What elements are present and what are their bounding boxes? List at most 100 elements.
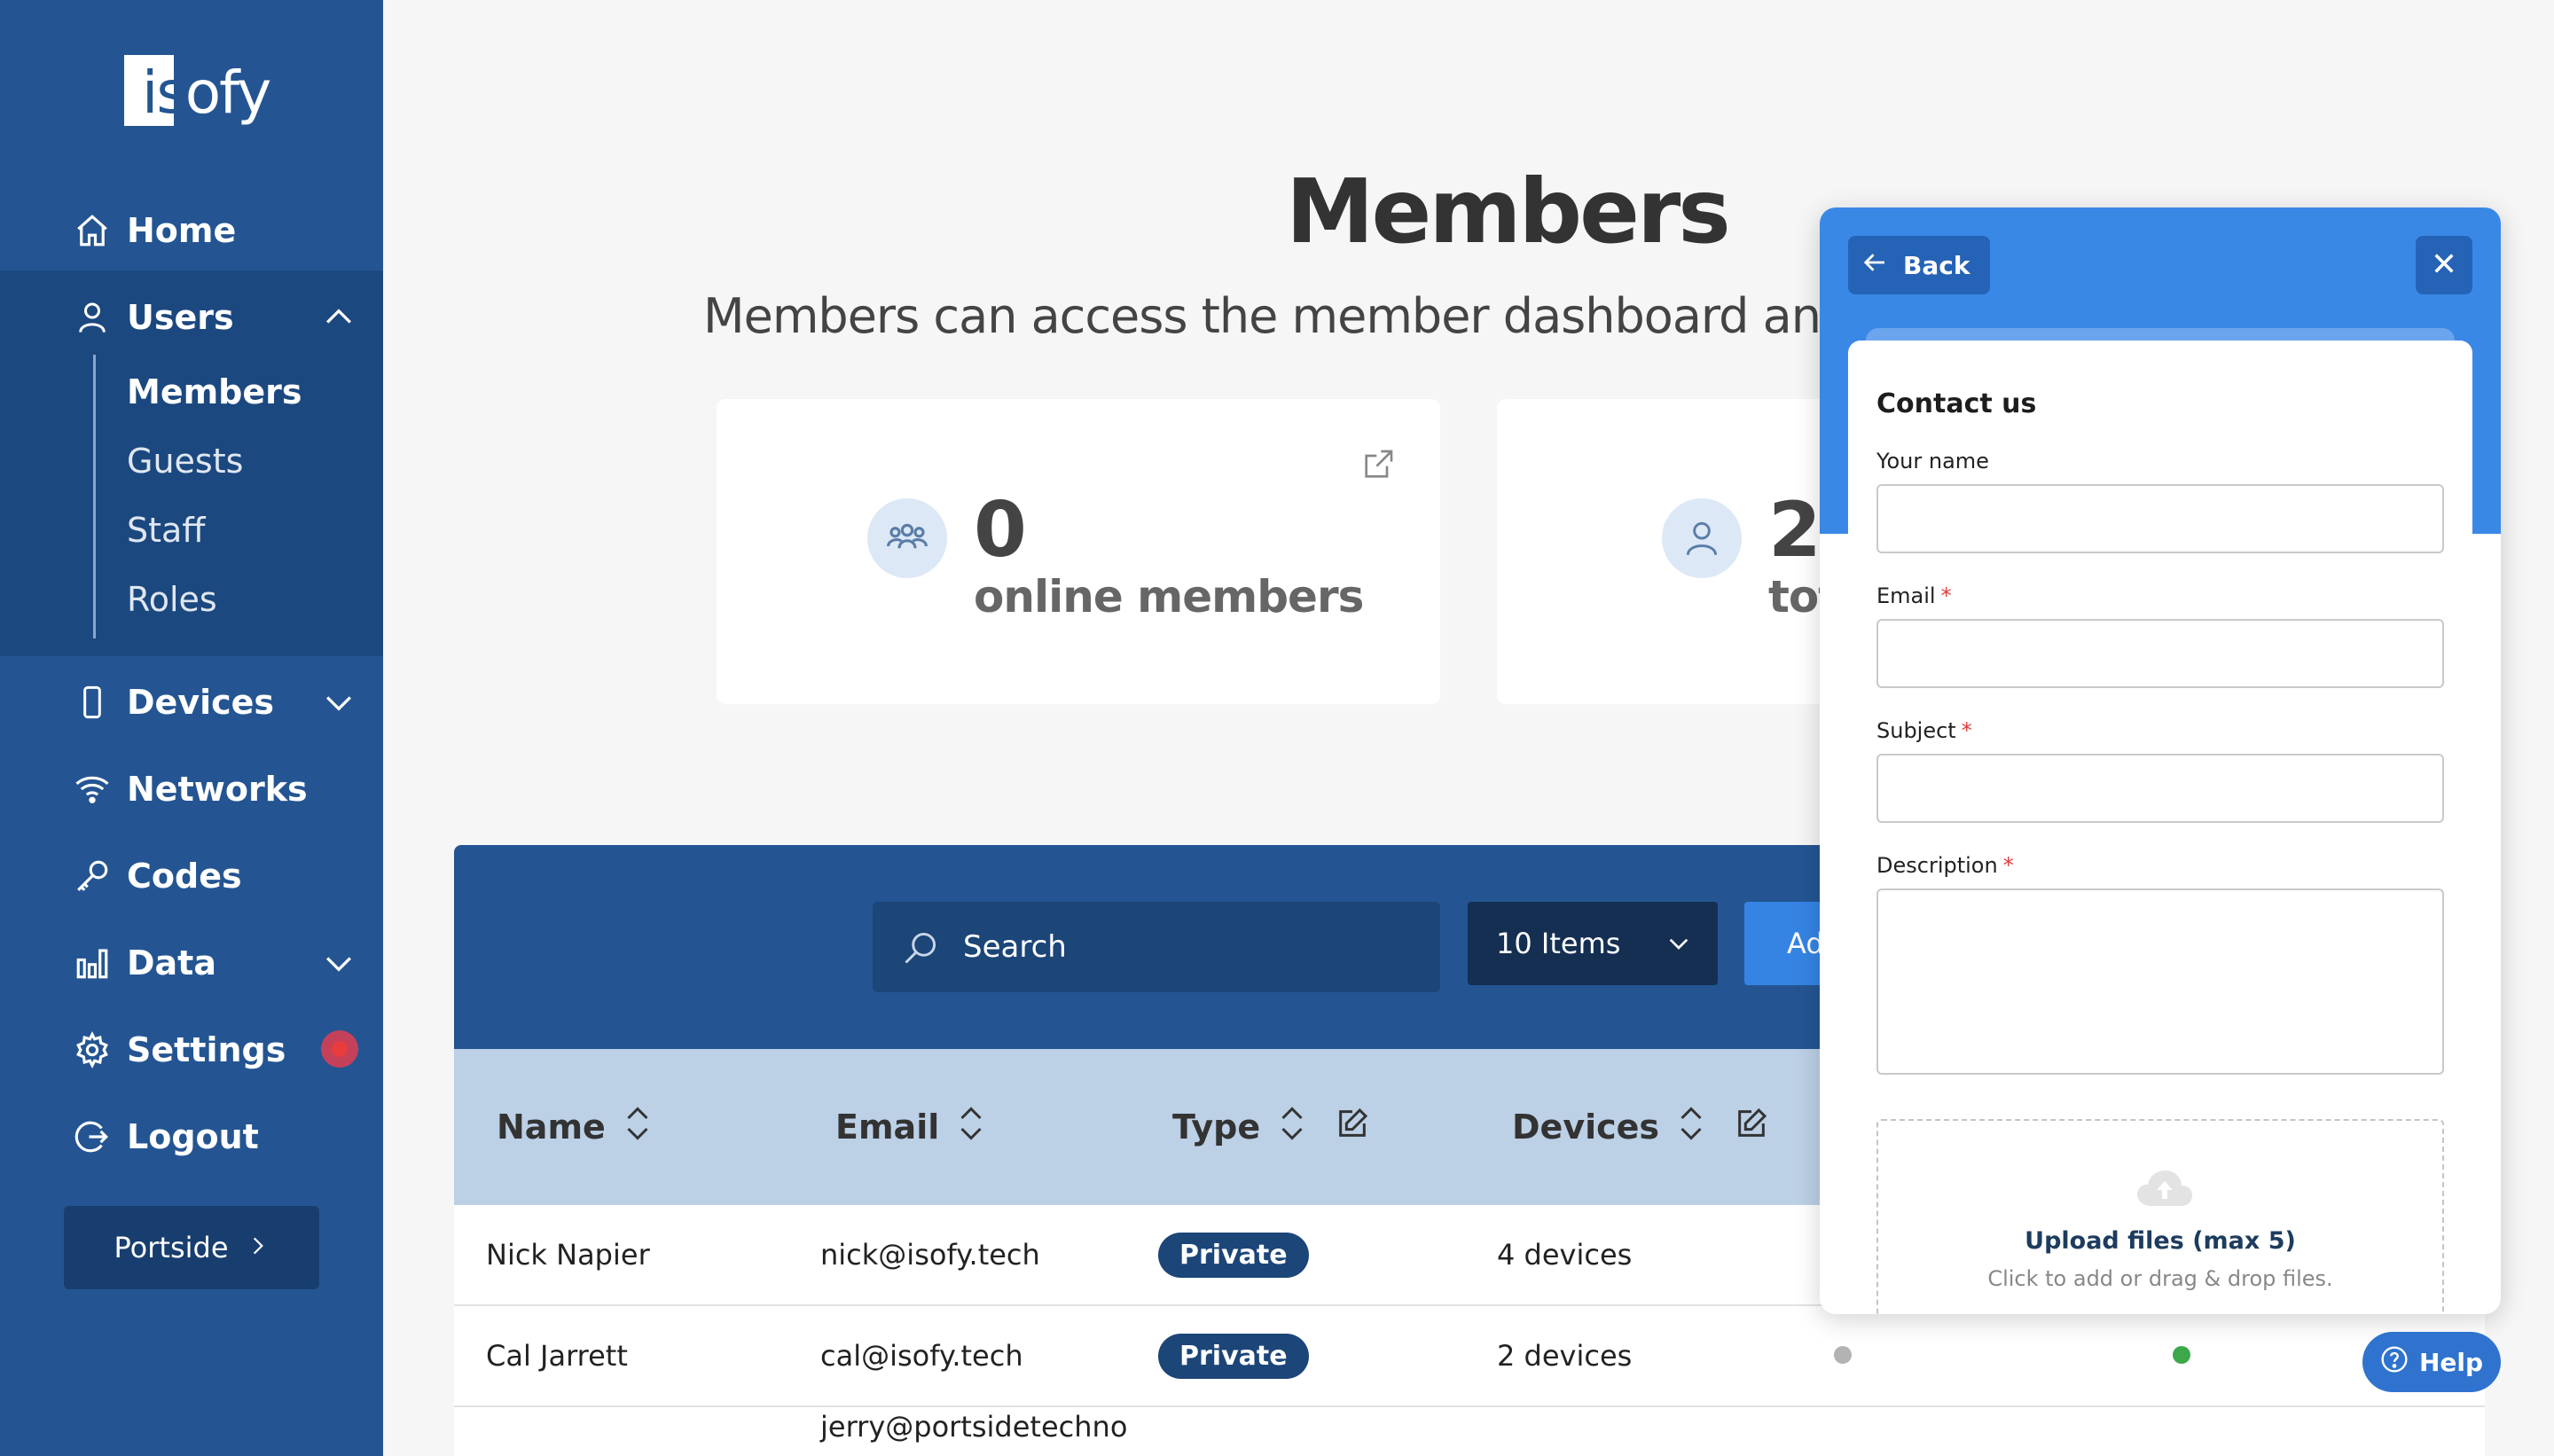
edit-icon[interactable]	[1335, 1106, 1370, 1149]
column-header-devices[interactable]: Devices	[1512, 1049, 1769, 1205]
user-icon	[73, 298, 112, 337]
cell-type: Private	[1158, 1205, 1309, 1304]
sort-icon[interactable]	[1276, 1102, 1308, 1153]
type-badge: Private	[1158, 1333, 1309, 1379]
sidebar-item-data[interactable]: Data	[0, 938, 383, 988]
table-row[interactable]: jerry@portsidetechno	[454, 1407, 2485, 1456]
sort-icon[interactable]	[955, 1102, 987, 1153]
table-row[interactable]: Cal Jarrett cal@isofy.tech Private 2 dev…	[454, 1306, 2485, 1407]
help-label: Help	[2418, 1347, 2484, 1377]
isofy-logo[interactable]: isofy	[124, 55, 271, 127]
sidebar-sub-staff[interactable]: Staff	[127, 511, 206, 550]
location-button[interactable]: Portside	[64, 1206, 319, 1289]
close-button[interactable]	[2416, 236, 2472, 294]
sidebar-sub-guests[interactable]: Guests	[127, 442, 243, 481]
stat-label: online members	[974, 571, 1364, 622]
search-placeholder: Search	[963, 929, 1067, 965]
key-icon	[73, 857, 112, 896]
field-label: Subject *	[1876, 718, 1972, 743]
subject-field[interactable]	[1876, 754, 2444, 823]
chevron-up-icon[interactable]	[319, 298, 358, 337]
label-text: Subject	[1876, 718, 1956, 743]
group-icon	[867, 498, 947, 578]
sort-icon[interactable]	[1675, 1102, 1707, 1153]
chevron-down-icon[interactable]	[319, 943, 358, 982]
label-text: Email	[1876, 583, 1936, 608]
name-field[interactable]	[1876, 484, 2444, 553]
cell-name: Nick Napier	[486, 1238, 650, 1272]
sidebar-item-label: Codes	[127, 857, 242, 896]
wifi-icon	[73, 770, 112, 809]
help-icon	[2380, 1345, 2409, 1380]
column-header-name[interactable]: Name	[497, 1049, 654, 1205]
file-upload-dropzone[interactable]: Upload files (max 5) Click to add or dra…	[1876, 1119, 2444, 1314]
sidebar-sub-members[interactable]: Members	[127, 372, 302, 411]
sidebar-item-users[interactable]: Users	[0, 293, 383, 342]
stat-card-total: 22 tot	[1497, 399, 1875, 704]
cell-email: jerry@portsidetechno	[820, 1410, 1128, 1444]
cell-email: nick@isofy.tech	[820, 1238, 1040, 1272]
field-label: Description *	[1876, 853, 2014, 878]
gear-icon	[73, 1030, 112, 1069]
sidebar-item-label: Home	[127, 211, 237, 250]
sidebar-sub-roles[interactable]: Roles	[127, 580, 217, 619]
column-label: Type	[1172, 1108, 1261, 1147]
field-label: Email *	[1876, 583, 1952, 608]
edit-icon[interactable]	[1734, 1106, 1769, 1149]
sidebar-item-devices[interactable]: Devices	[0, 677, 383, 727]
stat-value: 0	[974, 486, 1027, 575]
notification-dot	[321, 1030, 358, 1068]
column-label: Devices	[1512, 1108, 1660, 1147]
sidebar-item-logout[interactable]: Logout	[0, 1112, 383, 1162]
chevron-down-icon	[1665, 930, 1693, 966]
sidebar-item-label: Networks	[127, 770, 308, 809]
close-icon	[2432, 251, 2456, 279]
description-field[interactable]	[1876, 888, 2444, 1075]
upload-hint: Click to add or drag & drop files.	[1987, 1266, 2333, 1291]
column-label: Name	[497, 1108, 606, 1147]
contact-panel: Back Contact us Your name Email * Subject…	[1820, 207, 2501, 1314]
cell-devices: 4 devices	[1497, 1238, 1633, 1272]
required-mark: *	[1940, 583, 1952, 608]
location-label: Portside	[114, 1231, 229, 1264]
back-label: Back	[1903, 250, 1970, 280]
external-link-icon[interactable]	[1360, 447, 1396, 482]
back-button[interactable]: Back	[1848, 236, 1990, 294]
phone-icon	[73, 683, 112, 722]
bar-chart-icon	[73, 943, 112, 982]
contact-title: Contact us	[1876, 388, 2037, 419]
contact-form: Contact us Your name Email * Subject * Des…	[1848, 341, 2472, 1314]
sidebar-item-label: Logout	[127, 1117, 259, 1156]
arrow-left-icon	[1862, 249, 1889, 282]
items-select-value: 10 Items	[1496, 927, 1621, 960]
cell-name: Cal Jarrett	[486, 1339, 628, 1373]
page-title: Members	[1286, 160, 1731, 263]
required-mark: *	[2002, 853, 2014, 878]
search-input[interactable]: Search	[873, 902, 1440, 992]
column-header-email[interactable]: Email	[835, 1049, 987, 1205]
column-header-type[interactable]: Type	[1172, 1049, 1370, 1205]
sidebar-item-label: Settings	[127, 1030, 286, 1069]
cloud-upload-icon	[2135, 1167, 2194, 1211]
type-badge: Private	[1158, 1232, 1309, 1278]
field-label: Your name	[1876, 449, 1989, 474]
email-field[interactable]	[1876, 619, 2444, 688]
chevron-right-icon	[247, 1231, 270, 1264]
sort-icon[interactable]	[622, 1102, 654, 1153]
home-icon	[73, 211, 112, 250]
user-icon	[1662, 498, 1742, 578]
sidebar-item-codes[interactable]: Codes	[0, 851, 383, 901]
label-text: Your name	[1876, 449, 1989, 474]
sidebar-item-home[interactable]: Home	[0, 206, 383, 255]
submenu-line	[93, 355, 96, 638]
cell-devices: 2 devices	[1497, 1339, 1633, 1373]
sidebar-item-label: Data	[127, 943, 216, 982]
cell-type: Private	[1158, 1306, 1309, 1405]
sidebar-item-label: Users	[127, 298, 234, 337]
page-subtitle: Members can access the member dashboard …	[703, 288, 1939, 344]
help-button[interactable]: Help	[2362, 1332, 2501, 1392]
chevron-down-icon[interactable]	[319, 683, 358, 722]
sidebar-item-networks[interactable]: Networks	[0, 764, 383, 814]
label-text: Description	[1876, 853, 1998, 878]
items-per-page-select[interactable]: 10 Items	[1468, 902, 1718, 985]
